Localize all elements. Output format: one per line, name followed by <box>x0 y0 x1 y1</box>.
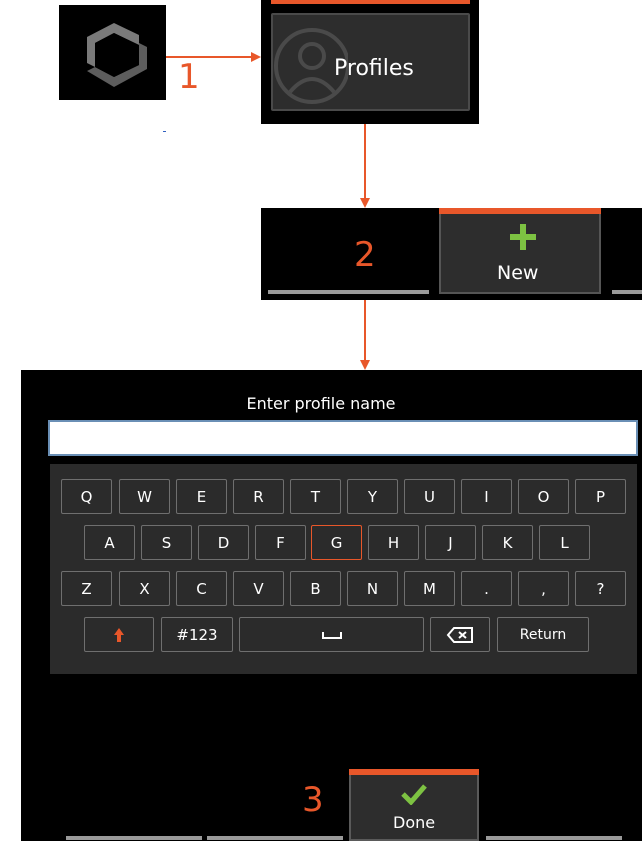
step-1-number: 1 <box>178 57 200 97</box>
key-e[interactable]: E <box>176 479 227 514</box>
key-a[interactable]: A <box>84 525 135 560</box>
shift-key[interactable] <box>84 617 154 652</box>
key-question[interactable]: ? <box>575 571 626 606</box>
key-w[interactable]: W <box>119 479 170 514</box>
screen-title: Enter profile name <box>246 394 396 413</box>
new-tab-accent-bar <box>439 208 601 214</box>
key-k[interactable]: K <box>482 525 533 560</box>
tab-indicator <box>66 836 202 840</box>
dot-marker <box>163 131 166 132</box>
tab-indicator <box>612 290 642 294</box>
space-bar-icon <box>321 631 342 639</box>
key-m[interactable]: M <box>404 571 455 606</box>
key-o[interactable]: O <box>518 479 569 514</box>
symbols-key[interactable]: #123 <box>161 617 233 652</box>
key-p[interactable]: P <box>575 479 626 514</box>
plus-icon <box>510 224 536 250</box>
done-accent-bar <box>349 769 479 775</box>
key-u[interactable]: U <box>404 479 455 514</box>
new-label: New <box>497 262 539 284</box>
step-1-down-arrow <box>360 124 370 208</box>
backspace-icon <box>446 626 473 643</box>
profile-name-input[interactable] <box>48 420 638 456</box>
key-q[interactable]: Q <box>61 479 112 514</box>
step-3-number: 3 <box>302 780 324 820</box>
return-key[interactable]: Return <box>497 617 589 652</box>
space-key[interactable] <box>239 617 424 652</box>
step-1-arrow <box>166 52 261 62</box>
key-s[interactable]: S <box>141 525 192 560</box>
key-x[interactable]: X <box>119 571 170 606</box>
key-y[interactable]: Y <box>347 479 398 514</box>
key-r[interactable]: R <box>233 479 284 514</box>
key-d[interactable]: D <box>198 525 249 560</box>
key-h[interactable]: H <box>368 525 419 560</box>
tab-indicator <box>268 290 429 294</box>
key-g[interactable]: G <box>311 525 362 560</box>
tab-indicator <box>486 836 622 840</box>
key-t[interactable]: T <box>290 479 341 514</box>
app-launcher-tile[interactable] <box>59 5 166 100</box>
key-l[interactable]: L <box>539 525 590 560</box>
profiles-label: Profiles <box>334 56 414 81</box>
profiles-accent-bar <box>271 0 470 4</box>
checkmark-icon <box>401 784 427 805</box>
backspace-key[interactable] <box>430 617 490 652</box>
key-i[interactable]: I <box>461 479 512 514</box>
key-f[interactable]: F <box>255 525 306 560</box>
tab-indicator <box>207 836 343 840</box>
app-logo-icon <box>87 23 147 87</box>
key-j[interactable]: J <box>425 525 476 560</box>
key-v[interactable]: V <box>233 571 284 606</box>
key-period[interactable]: . <box>461 571 512 606</box>
shift-up-arrow-icon <box>114 627 124 642</box>
key-comma[interactable]: , <box>518 571 569 606</box>
step-2-down-arrow <box>360 300 370 370</box>
key-c[interactable]: C <box>176 571 227 606</box>
key-b[interactable]: B <box>290 571 341 606</box>
key-z[interactable]: Z <box>61 571 112 606</box>
key-n[interactable]: N <box>347 571 398 606</box>
done-label: Done <box>393 813 436 832</box>
step-2-number: 2 <box>354 235 376 275</box>
